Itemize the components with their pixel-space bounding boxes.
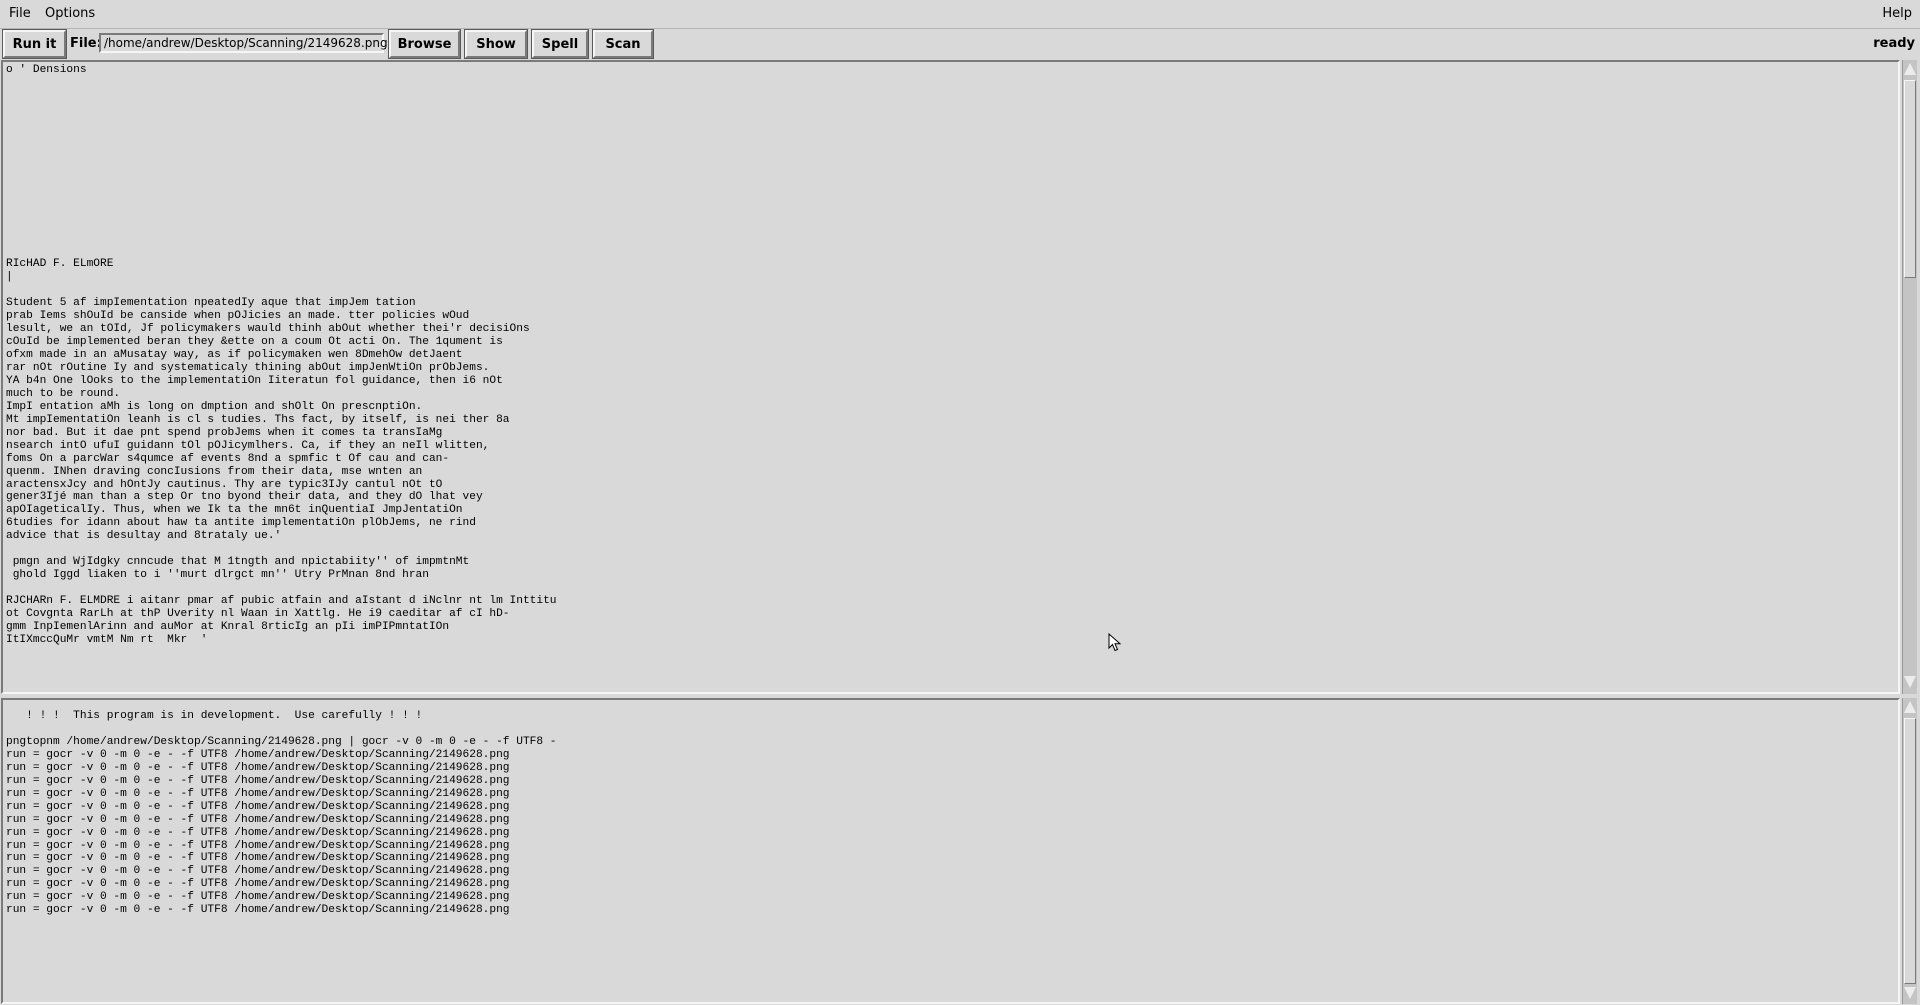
toolbar: Run it File: /home/andrew/Desktop/Scanni… — [0, 29, 1920, 59]
spell-button[interactable]: Spell — [531, 29, 589, 59]
browse-button[interactable]: Browse — [388, 29, 461, 59]
mouse-pointer-icon — [1108, 633, 1122, 652]
scan-button[interactable]: Scan — [592, 29, 654, 59]
show-button[interactable]: Show — [464, 29, 528, 59]
menu-file[interactable]: File — [9, 6, 31, 21]
ocr-scrollbar[interactable] — [1902, 60, 1917, 694]
menu-options[interactable]: Options — [45, 6, 95, 21]
ocr-scroll-thumb[interactable] — [1904, 80, 1916, 278]
file-label: File: — [70, 36, 102, 51]
log-text-area[interactable]: ! ! ! This program is in development. Us… — [1, 698, 1900, 1004]
arrow-down-icon[interactable] — [1904, 987, 1916, 999]
ocr-text: o ' Densions RIcHAD F. ELmORE | Student … — [6, 64, 557, 646]
arrow-up-icon[interactable] — [1904, 701, 1916, 713]
run-button[interactable]: Run it — [2, 29, 67, 59]
arrow-up-icon[interactable] — [1904, 63, 1916, 75]
menu-bar: File Options Help — [0, 0, 1920, 29]
log-text: ! ! ! This program is in development. Us… — [6, 710, 557, 917]
status-text: ready — [1873, 36, 1915, 51]
arrow-down-icon[interactable] — [1904, 676, 1916, 688]
file-path-field[interactable]: /home/andrew/Desktop/Scanning/2149628.pn… — [99, 33, 388, 53]
log-scrollbar[interactable] — [1902, 698, 1917, 1004]
menu-help[interactable]: Help — [1882, 6, 1912, 21]
log-scroll-thumb[interactable] — [1904, 718, 1916, 984]
ocr-text-area[interactable]: o ' Densions RIcHAD F. ELmORE | Student … — [1, 60, 1900, 694]
